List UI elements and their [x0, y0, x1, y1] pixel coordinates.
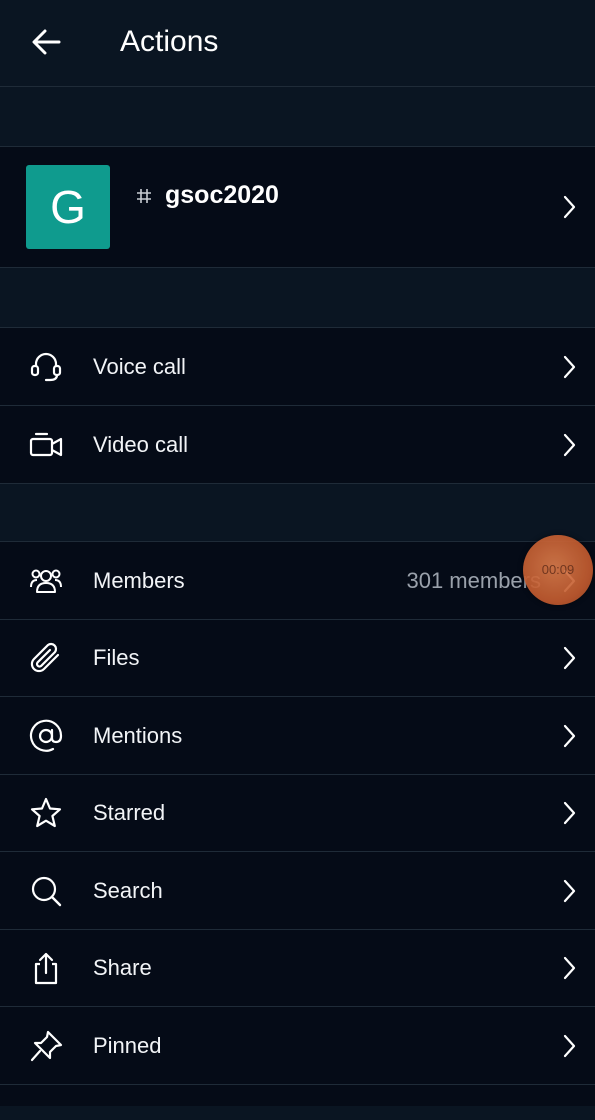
pinned-label: Pinned	[93, 1032, 162, 1058]
files-row[interactable]: Files	[0, 619, 595, 697]
search-row[interactable]: Search	[0, 852, 595, 930]
mentions-row[interactable]: Mentions	[0, 697, 595, 775]
voice-call-label: Voice call	[93, 353, 186, 379]
pin-icon	[30, 1030, 63, 1062]
channel-info-row[interactable]: G gsoc2020	[0, 147, 595, 268]
section-spacer	[0, 268, 595, 328]
members-row[interactable]: Members 301 members	[0, 542, 595, 620]
members-label: Members	[93, 567, 185, 593]
mentions-label: Mentions	[93, 722, 183, 748]
voice-call-row[interactable]: Voice call	[0, 328, 595, 406]
at-sign-icon	[29, 719, 63, 752]
hash-icon	[137, 189, 151, 203]
share-row[interactable]: Share	[0, 929, 595, 1007]
back-button[interactable]	[20, 20, 72, 64]
recorder-timer: 00:09	[541, 562, 575, 577]
section-spacer	[0, 87, 595, 147]
channel-avatar: G	[26, 165, 110, 249]
screen-recorder-bubble[interactable]: 00:09	[523, 535, 593, 605]
section-spacer	[0, 484, 595, 542]
video-call-row[interactable]: Video call	[0, 406, 595, 484]
pinned-row[interactable]: Pinned	[0, 1007, 595, 1085]
chevron-right-icon	[563, 195, 576, 219]
chevron-right-icon	[563, 433, 576, 457]
chevron-right-icon	[563, 801, 576, 825]
chevron-right-icon	[563, 956, 576, 980]
chevron-right-icon	[563, 1034, 576, 1058]
video-camera-icon	[29, 432, 63, 457]
channel-name: gsoc2020	[165, 181, 279, 209]
members-count: 301 members	[406, 567, 541, 593]
search-icon	[31, 876, 62, 907]
headset-icon	[30, 352, 62, 382]
files-label: Files	[93, 644, 140, 670]
share-label: Share	[93, 954, 152, 980]
search-label: Search	[93, 877, 163, 903]
starred-label: Starred	[93, 799, 166, 825]
paperclip-icon	[30, 642, 60, 673]
starred-row[interactable]: Starred	[0, 774, 595, 852]
video-call-label: Video call	[93, 431, 188, 457]
share-icon	[34, 952, 58, 985]
bottom-strip	[0, 1106, 595, 1120]
chevron-right-icon	[563, 355, 576, 379]
chevron-right-icon	[563, 879, 576, 903]
chevron-right-icon	[563, 724, 576, 748]
star-icon	[30, 797, 62, 828]
app-bar: Actions	[0, 0, 595, 87]
arrow-left-icon	[32, 29, 61, 55]
page-title: Actions	[120, 25, 219, 58]
members-icon	[30, 569, 62, 593]
chevron-right-icon	[563, 646, 576, 670]
